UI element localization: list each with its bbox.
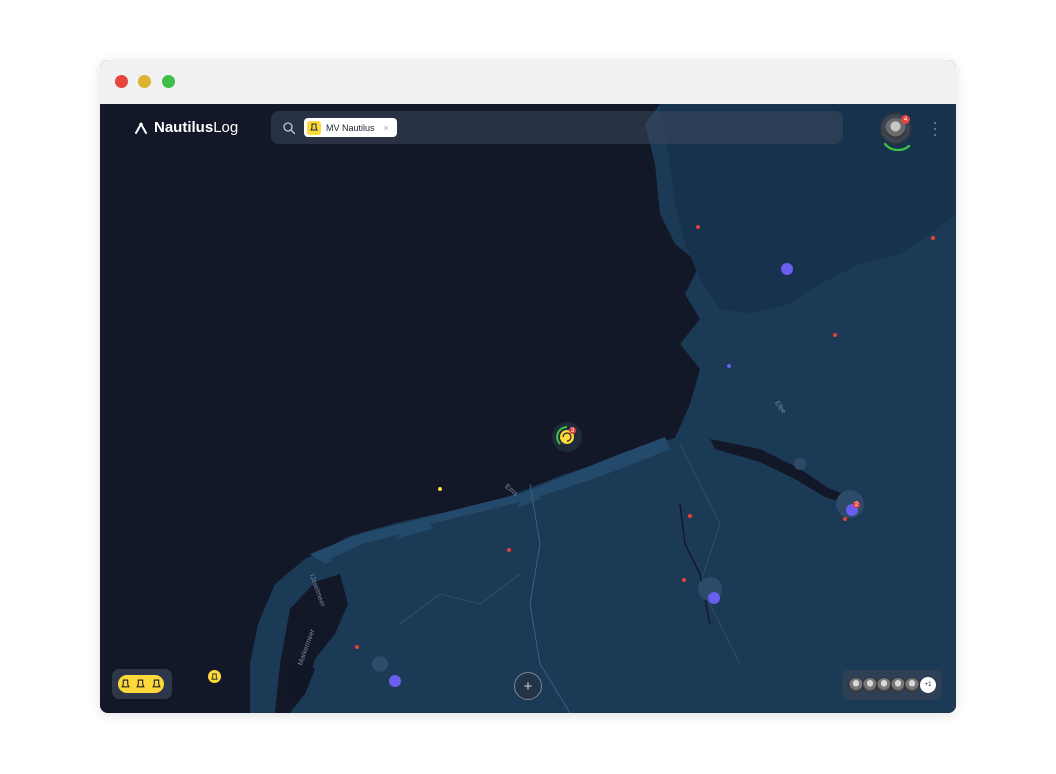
remove-chip-button[interactable]: ×: [384, 123, 389, 133]
poi-dot[interactable]: [727, 364, 731, 368]
port-marker[interactable]: [389, 675, 401, 687]
poi-dot[interactable]: [696, 225, 700, 229]
crew-avatar-group[interactable]: +1: [842, 670, 942, 700]
port-marker-hamburg[interactable]: 2: [846, 501, 860, 516]
minimize-window-button[interactable]: [138, 75, 151, 88]
vessel-chip-label: MV Nautilus: [326, 122, 375, 133]
notification-badge: 4: [901, 115, 910, 124]
boat-icon: [136, 679, 146, 688]
map-view[interactable]: Nautilus Log MV Nautilus × 4 Elbe IJssel…: [100, 104, 956, 713]
port-marker[interactable]: [708, 592, 720, 604]
search-icon: [283, 122, 296, 135]
vessel-progress-ring: [556, 426, 574, 445]
app-logo[interactable]: Nautilus Log: [134, 119, 238, 136]
port-badge: 2: [853, 501, 860, 508]
poi-dot[interactable]: [843, 517, 847, 521]
user-avatar[interactable]: 4: [879, 112, 912, 151]
poi-dot[interactable]: [682, 578, 686, 582]
vessel-marker[interactable]: [208, 670, 221, 683]
compass-anchor-icon: [135, 121, 147, 134]
vessel-group-pill: [118, 675, 164, 693]
brand-name-part1: Nautilus: [154, 119, 214, 136]
selected-vessel-marker[interactable]: 3: [552, 422, 582, 452]
map-land-layer: [250, 104, 956, 713]
boat-icon: [307, 120, 321, 135]
maximize-window-button[interactable]: [162, 75, 175, 88]
search-bar[interactable]: MV Nautilus ×: [271, 111, 843, 144]
vessel-filter-chip[interactable]: MV Nautilus ×: [304, 118, 397, 137]
poi-dot[interactable]: [507, 548, 511, 552]
poi-dot[interactable]: [833, 333, 837, 337]
poi-dot[interactable]: [931, 236, 935, 240]
poi-dot[interactable]: [355, 645, 359, 649]
vessel-position-dot[interactable]: [438, 487, 442, 491]
window-titlebar: [100, 60, 956, 104]
close-window-button[interactable]: [115, 75, 128, 88]
boat-icon: [152, 679, 161, 688]
brand-name-part2: Log: [213, 119, 239, 136]
poi-dot[interactable]: [688, 514, 692, 518]
kebab-menu-icon[interactable]: [932, 122, 938, 136]
crew-more-button[interactable]: +1: [920, 677, 936, 693]
app-window: Nautilus Log MV Nautilus × 4 Elbe IJssel…: [100, 60, 956, 713]
vessel-group-button[interactable]: [112, 669, 172, 699]
crew-avatar[interactable]: [904, 677, 920, 693]
boat-icon: [211, 673, 218, 680]
boat-icon: [121, 679, 130, 688]
add-button[interactable]: +: [514, 672, 542, 700]
vessel-badge: 3: [569, 427, 576, 434]
port-marker[interactable]: [781, 263, 793, 275]
